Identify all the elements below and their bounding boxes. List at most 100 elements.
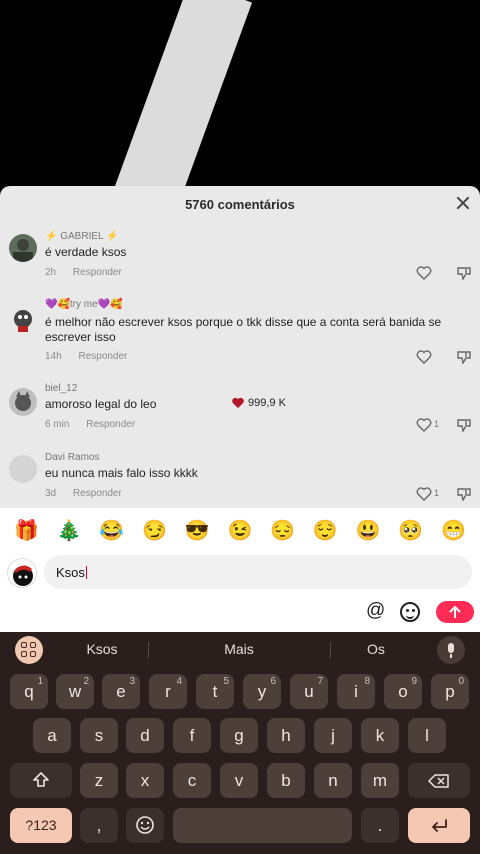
enter-icon <box>432 819 447 832</box>
comment-text: eu nunca mais falo isso kkkk <box>45 466 198 480</box>
avatar[interactable] <box>9 388 37 416</box>
dislike-icon[interactable] <box>456 266 472 280</box>
shift-key[interactable] <box>10 763 72 798</box>
key-z[interactable]: z <box>80 763 118 798</box>
period-key[interactable]: . <box>361 808 399 843</box>
heart-icon[interactable] <box>416 350 432 364</box>
key-u[interactable]: u7 <box>290 674 328 709</box>
comment-username[interactable]: ⚡ GABRIEL ⚡ <box>45 231 118 242</box>
key-g[interactable]: g <box>220 718 258 753</box>
keyboard-apps-icon[interactable] <box>15 636 43 664</box>
like-count: 1 <box>433 419 439 429</box>
dislike-icon[interactable] <box>456 350 472 364</box>
backspace-key[interactable] <box>408 763 470 798</box>
microphone-icon[interactable] <box>437 636 465 664</box>
emoji-button[interactable]: 😁 <box>441 521 466 541</box>
key-b[interactable]: b <box>267 763 305 798</box>
key-r[interactable]: r4 <box>149 674 187 709</box>
heart-icon[interactable] <box>416 266 432 280</box>
video-like-overlay: 999,9 K <box>231 397 286 409</box>
comment-time: 14h <box>45 351 62 362</box>
key-w[interactable]: w2 <box>56 674 94 709</box>
comment-tools-row: @ <box>0 594 480 632</box>
key-i[interactable]: i8 <box>337 674 375 709</box>
key-t[interactable]: t5 <box>196 674 234 709</box>
emoji-button[interactable]: 🎄 <box>57 521 82 541</box>
emoji-picker-icon[interactable] <box>400 602 420 622</box>
shift-icon <box>33 772 49 787</box>
emoji-button[interactable]: 😎 <box>185 521 210 541</box>
key-e[interactable]: e3 <box>102 674 140 709</box>
suggestion-item[interactable]: Ksos <box>42 641 162 657</box>
comment-username[interactable]: Davi Ramos <box>45 452 99 463</box>
heart-icon[interactable] <box>416 487 432 501</box>
key-f[interactable]: f <box>173 718 211 753</box>
key-x[interactable]: x <box>126 763 164 798</box>
suggestion-item[interactable]: Mais <box>179 641 299 657</box>
suggestion-item[interactable]: Os <box>316 641 436 657</box>
key-n[interactable]: n <box>314 763 352 798</box>
emoji-key[interactable] <box>126 808 164 843</box>
key-d[interactable]: d <box>126 718 164 753</box>
key-p[interactable]: p0 <box>431 674 469 709</box>
text-caret <box>85 566 87 579</box>
comment-meta: 3d Responder <box>45 488 132 499</box>
comma-key[interactable]: , <box>80 808 118 843</box>
enter-key[interactable] <box>408 808 470 843</box>
comment-input-row: Ksos <box>0 554 480 594</box>
comment-meta: 2h Responder <box>45 267 132 278</box>
key-c[interactable]: c <box>173 763 211 798</box>
heart-icon[interactable] <box>416 418 432 432</box>
key-q[interactable]: q1 <box>10 674 48 709</box>
key-s[interactable]: s <box>80 718 118 753</box>
key-h[interactable]: h <box>267 718 305 753</box>
emoji-button[interactable]: 😂 <box>99 521 124 541</box>
reply-button[interactable]: Responder <box>78 351 127 362</box>
dislike-icon[interactable] <box>456 418 472 432</box>
key-m[interactable]: m <box>361 763 399 798</box>
mention-button[interactable]: @ <box>366 600 385 622</box>
emoji-button[interactable]: 😏 <box>142 521 167 541</box>
video-like-count: 999,9 K <box>248 397 286 409</box>
reply-button[interactable]: Responder <box>73 488 122 499</box>
arrow-up-icon <box>449 605 461 618</box>
comment-time: 3d <box>45 488 57 499</box>
avatar[interactable] <box>9 306 37 334</box>
emoji-button[interactable]: 😉 <box>228 521 253 541</box>
comment-text: é melhor não escrever ksos porque o tkk … <box>45 315 442 344</box>
key-a[interactable]: a <box>33 718 71 753</box>
send-button[interactable] <box>436 601 474 623</box>
comment-username[interactable]: 💜🥰try me💜🥰 <box>45 299 123 310</box>
close-icon[interactable] <box>456 196 470 210</box>
my-avatar <box>7 558 37 588</box>
emoji-button[interactable]: 🥺 <box>398 521 423 541</box>
emoji-button[interactable]: 🎁 <box>14 521 39 541</box>
backspace-icon <box>428 774 449 788</box>
reply-button[interactable]: Responder <box>73 267 122 278</box>
comment-meta: 14h Responder <box>45 351 137 362</box>
reply-button[interactable]: Responder <box>86 419 135 430</box>
key-j[interactable]: j <box>314 718 352 753</box>
emoji-button[interactable]: 😔 <box>270 521 295 541</box>
dislike-icon[interactable] <box>456 487 472 501</box>
comment-time: 2h <box>45 267 57 278</box>
comment-username[interactable]: biel_12 <box>45 383 77 394</box>
key-o[interactable]: o9 <box>384 674 422 709</box>
space-key[interactable] <box>173 808 352 843</box>
comment-text: é verdade ksos <box>45 245 127 259</box>
comment-input[interactable]: Ksos <box>44 555 472 589</box>
key-v[interactable]: v <box>220 763 258 798</box>
key-l[interactable]: l <box>408 718 446 753</box>
emoji-button[interactable]: 😃 <box>356 521 381 541</box>
suggestion-bar: Ksos Mais Os <box>0 632 480 668</box>
avatar[interactable] <box>9 234 37 262</box>
key-y[interactable]: y6 <box>243 674 281 709</box>
comments-panel: 5760 comentários ⚡ GABRIEL ⚡ é verdade k… <box>0 186 480 508</box>
key-k[interactable]: k <box>361 718 399 753</box>
avatar[interactable] <box>9 455 37 483</box>
video-background[interactable] <box>0 0 480 186</box>
emoji-button[interactable]: 😌 <box>313 521 338 541</box>
symbols-key[interactable]: ?123 <box>10 808 72 843</box>
emoji-quick-bar: 🎁 🎄 😂 😏 😎 😉 😔 😌 😃 🥺 😁 <box>0 508 480 554</box>
comment-time: 6 min <box>45 419 70 430</box>
